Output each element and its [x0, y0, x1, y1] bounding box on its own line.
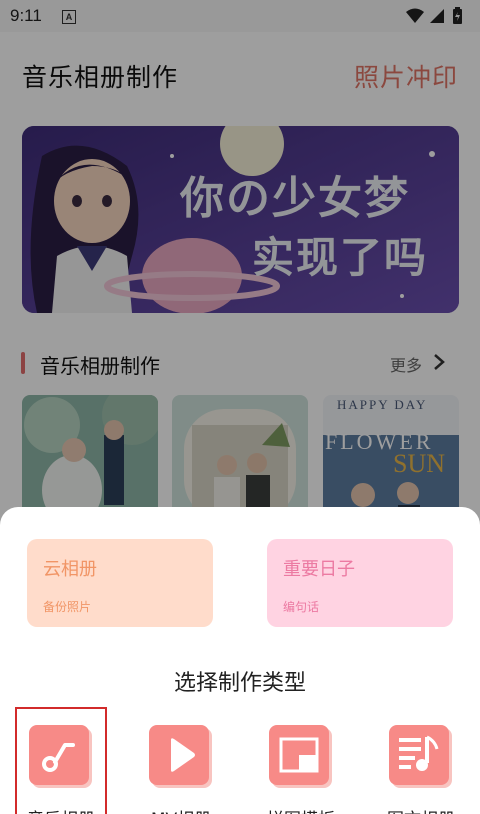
- important-day-subtitle: 编句话: [283, 600, 320, 614]
- status-time: 9:11: [10, 6, 42, 25]
- signal-icon: [430, 9, 444, 23]
- photo-print-link[interactable]: 照片冲印: [354, 58, 458, 94]
- template-thumbnail-3[interactable]: HAPPY DAY FLOWER SUN: [323, 395, 459, 520]
- status-bar: 9:11 A: [0, 0, 480, 32]
- banner-line-1: 你の少女梦: [180, 173, 410, 224]
- section-title: 音乐相册制作: [40, 354, 160, 378]
- chevron-right-icon[interactable]: [432, 351, 446, 373]
- battery-icon: [453, 7, 462, 24]
- more-link[interactable]: 更多: [390, 352, 422, 376]
- notification-icon: A: [62, 10, 76, 24]
- selected-highlight: [15, 707, 107, 814]
- wifi-icon: [406, 8, 424, 23]
- thumbnail-3-caption-top: HAPPY DAY: [337, 397, 428, 412]
- important-day-card[interactable]: 重要日子 编句话: [267, 539, 453, 627]
- page-title: 音乐相册制作: [22, 63, 179, 92]
- cloud-album-title: 云相册: [43, 559, 97, 580]
- status-icons: [404, 6, 466, 30]
- type-collage-template-label: 拼图模板: [241, 805, 361, 814]
- important-day-title: 重要日子: [283, 559, 355, 580]
- text-music-icon: [389, 725, 449, 785]
- create-type-sheet: 云相册 备份照片 重要日子 编句话 选择制作类型 音乐相册 MV相册: [0, 507, 480, 814]
- type-text-album-label: 图文相册: [361, 805, 480, 814]
- sheet-title: 选择制作类型: [173, 671, 306, 696]
- banner-line-2: 实现了吗: [252, 233, 429, 282]
- promo-banner[interactable]: 你の少女梦 实现了吗: [22, 126, 459, 313]
- template-thumbnail-1[interactable]: [22, 395, 158, 520]
- template-thumbnail-2[interactable]: [172, 395, 308, 520]
- cloud-album-card[interactable]: 云相册 备份照片: [27, 539, 213, 627]
- cloud-album-subtitle: 备份照片: [43, 600, 92, 614]
- section-accent-bar: [21, 352, 25, 374]
- thumbnail-3-caption-sun: SUN: [393, 449, 446, 478]
- type-mv-album-label: MV相册: [121, 805, 241, 814]
- collage-icon: [269, 725, 329, 785]
- play-icon: [149, 725, 209, 785]
